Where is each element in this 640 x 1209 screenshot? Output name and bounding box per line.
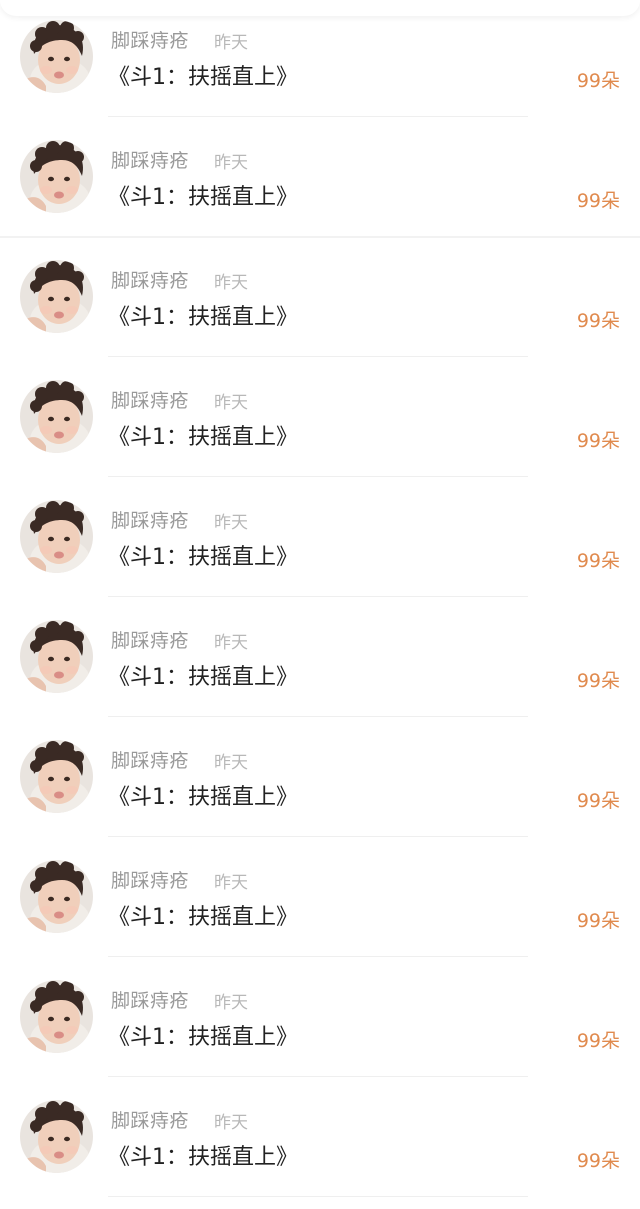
book-title[interactable]: 《斗1：扶摇直上》 bbox=[108, 899, 298, 931]
gift-count: 99朵 bbox=[576, 1150, 620, 1172]
list-item[interactable]: 脚踩痔疮 昨天 《斗1：扶摇直上》 99朵 bbox=[0, 840, 640, 960]
row-divider bbox=[108, 1196, 528, 1197]
user-name: 脚踩痔疮 bbox=[111, 630, 190, 652]
timestamp: 昨天 bbox=[214, 273, 248, 293]
list-item[interactable]: 脚踩痔疮 昨天 《斗1：扶摇直上》 99朵 bbox=[0, 1080, 640, 1200]
baby-avatar-icon bbox=[20, 20, 93, 93]
gift-count: 99朵 bbox=[576, 910, 620, 932]
list-item[interactable]: 脚踩痔疮 昨天 《斗1：扶摇直上》 99朵 bbox=[0, 360, 640, 480]
book-title[interactable]: 《斗1：扶摇直上》 bbox=[108, 539, 298, 571]
timestamp: 昨天 bbox=[214, 153, 248, 173]
section-separator bbox=[0, 236, 640, 238]
user-avatar[interactable] bbox=[20, 860, 93, 933]
timestamp: 昨天 bbox=[214, 753, 248, 773]
baby-avatar-icon bbox=[20, 860, 93, 933]
user-name: 脚踩痔疮 bbox=[111, 30, 190, 52]
timestamp: 昨天 bbox=[214, 873, 248, 893]
gift-count: 99朵 bbox=[576, 790, 620, 812]
baby-avatar-icon bbox=[20, 1100, 93, 1173]
user-avatar[interactable] bbox=[20, 20, 93, 93]
user-name: 脚踩痔疮 bbox=[111, 990, 190, 1012]
row-divider bbox=[108, 476, 528, 477]
list-item[interactable]: 脚踩痔疮 昨天 《斗1：扶摇直上》 99朵 bbox=[0, 120, 640, 240]
row-divider bbox=[108, 836, 528, 837]
book-title[interactable]: 《斗1：扶摇直上》 bbox=[108, 1139, 298, 1171]
timestamp: 昨天 bbox=[214, 33, 248, 53]
user-avatar[interactable] bbox=[20, 1100, 93, 1173]
book-title[interactable]: 《斗1：扶摇直上》 bbox=[108, 59, 298, 91]
baby-avatar-icon bbox=[20, 140, 93, 213]
baby-avatar-icon bbox=[20, 620, 93, 693]
baby-avatar-icon bbox=[20, 740, 93, 813]
user-avatar[interactable] bbox=[20, 620, 93, 693]
timestamp: 昨天 bbox=[214, 513, 248, 533]
user-name: 脚踩痔疮 bbox=[111, 870, 190, 892]
timestamp: 昨天 bbox=[214, 393, 248, 413]
user-avatar[interactable] bbox=[20, 140, 93, 213]
gift-count: 99朵 bbox=[576, 190, 620, 212]
user-avatar[interactable] bbox=[20, 260, 93, 333]
baby-avatar-icon bbox=[20, 500, 93, 573]
user-name: 脚踩痔疮 bbox=[111, 510, 190, 532]
list-item[interactable]: 脚踩痔疮 昨天 《斗1：扶摇直上》 99朵 bbox=[0, 240, 640, 360]
user-avatar[interactable] bbox=[20, 500, 93, 573]
row-divider bbox=[108, 956, 528, 957]
user-name: 脚踩痔疮 bbox=[111, 750, 190, 772]
book-title[interactable]: 《斗1：扶摇直上》 bbox=[108, 1019, 298, 1051]
timestamp: 昨天 bbox=[214, 1113, 248, 1133]
baby-avatar-icon bbox=[20, 260, 93, 333]
row-divider bbox=[108, 596, 528, 597]
timestamp: 昨天 bbox=[214, 633, 248, 653]
row-divider bbox=[108, 1076, 528, 1077]
book-title[interactable]: 《斗1：扶摇直上》 bbox=[108, 659, 298, 691]
list-item[interactable]: 脚踩痔疮 昨天 《斗1：扶摇直上》 99朵 bbox=[0, 720, 640, 840]
user-avatar[interactable] bbox=[20, 980, 93, 1053]
gift-count: 99朵 bbox=[576, 430, 620, 452]
row-divider bbox=[108, 716, 528, 717]
gift-count: 99朵 bbox=[576, 70, 620, 92]
book-title[interactable]: 《斗1：扶摇直上》 bbox=[108, 299, 298, 331]
row-divider bbox=[108, 116, 528, 117]
row-divider bbox=[108, 356, 528, 357]
list-item[interactable]: 脚踩痔疮 昨天 《斗1：扶摇直上》 99朵 bbox=[0, 600, 640, 720]
user-name: 脚踩痔疮 bbox=[111, 1110, 190, 1132]
baby-avatar-icon bbox=[20, 980, 93, 1053]
book-title[interactable]: 《斗1：扶摇直上》 bbox=[108, 779, 298, 811]
user-avatar[interactable] bbox=[20, 380, 93, 453]
user-name: 脚踩痔疮 bbox=[111, 270, 190, 292]
gift-count: 99朵 bbox=[576, 1030, 620, 1052]
gift-count: 99朵 bbox=[576, 310, 620, 332]
book-title[interactable]: 《斗1：扶摇直上》 bbox=[108, 179, 298, 211]
list-item[interactable]: 脚踩痔疮 昨天 《斗1：扶摇直上》 99朵 bbox=[0, 480, 640, 600]
gift-count: 99朵 bbox=[576, 670, 620, 692]
list-item[interactable]: 脚踩痔疮 昨天 《斗1：扶摇直上》 99朵 bbox=[0, 0, 640, 120]
user-name: 脚踩痔疮 bbox=[111, 150, 190, 172]
user-name: 脚踩痔疮 bbox=[111, 390, 190, 412]
user-avatar[interactable] bbox=[20, 740, 93, 813]
timestamp: 昨天 bbox=[214, 993, 248, 1013]
gift-count: 99朵 bbox=[576, 550, 620, 572]
book-title[interactable]: 《斗1：扶摇直上》 bbox=[108, 419, 298, 451]
list-item[interactable]: 脚踩痔疮 昨天 《斗1：扶摇直上》 99朵 bbox=[0, 960, 640, 1080]
baby-avatar-icon bbox=[20, 380, 93, 453]
